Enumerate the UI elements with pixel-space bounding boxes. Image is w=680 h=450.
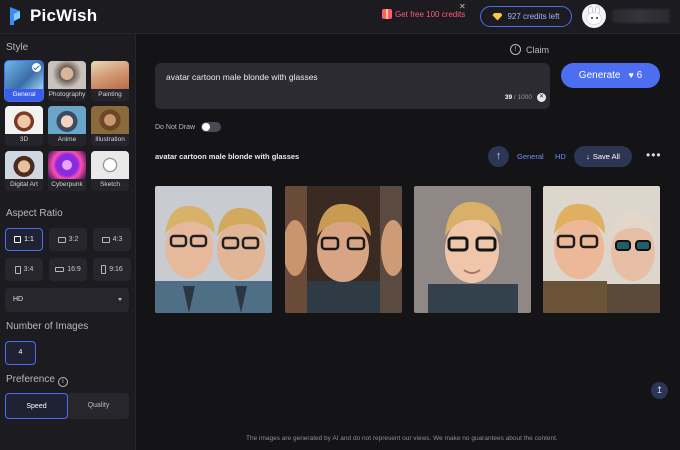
style-label: Sketch xyxy=(91,179,129,191)
result-image-3[interactable] xyxy=(414,186,531,313)
result-image-art xyxy=(155,186,272,313)
style-digital-art[interactable]: Digital Art xyxy=(5,151,43,191)
heart-icon: ♥ xyxy=(628,70,634,80)
free-credits-link[interactable]: Get free 100 credits xyxy=(382,9,465,19)
result-image-1[interactable] xyxy=(155,186,272,313)
preference-title: Preference xyxy=(6,374,55,385)
style-label: Cyberpunk xyxy=(48,179,86,191)
preference-quality[interactable]: Quality xyxy=(68,393,129,419)
result-image-art xyxy=(285,186,402,313)
prompt-input[interactable]: avatar cartoon male blonde with glasses … xyxy=(155,63,550,109)
ratio-3-4[interactable]: 3:4 xyxy=(5,258,43,281)
landscape-ratio-icon xyxy=(101,236,110,243)
scroll-to-top-icon[interactable]: ↥ xyxy=(651,382,668,399)
result-image-art xyxy=(414,186,531,313)
style-painting[interactable]: Painting xyxy=(91,61,129,101)
style-label: Anime xyxy=(48,134,86,146)
result-title: avatar cartoon male blonde with glasses xyxy=(155,152,300,161)
style-label: 3D xyxy=(5,134,43,146)
username-redacted[interactable] xyxy=(612,9,670,23)
gem-icon xyxy=(492,12,503,21)
clear-icon[interactable]: ✕ xyxy=(537,93,546,102)
ratio-1-1[interactable]: 1:1 xyxy=(5,228,43,251)
generate-button[interactable]: Generate ♥ 6 xyxy=(561,63,660,88)
claim-link[interactable]: ! Claim xyxy=(510,44,549,55)
save-all-button[interactable]: ↓ Save All xyxy=(574,146,632,167)
ratio-9-16[interactable]: 9:16 xyxy=(93,258,131,281)
result-quality-tag: HD xyxy=(555,152,566,161)
free-credits-label: Get free 100 credits xyxy=(395,9,466,19)
preference-title-row: Preference i xyxy=(6,374,68,387)
style-illustration[interactable]: Illustration xyxy=(91,106,129,146)
tall-ratio-icon xyxy=(101,265,107,274)
ratio-16-9[interactable]: 16:9 xyxy=(49,258,87,281)
aspect-ratio-grid: 1:1 3:2 4:3 3:4 16:9 9:16 xyxy=(5,228,131,281)
style-label: Painting xyxy=(91,89,129,101)
ratio-4-3[interactable]: 4:3 xyxy=(93,228,131,251)
disclaimer: The images are generated by AI and do no… xyxy=(246,435,558,442)
do-not-draw-label: Do Not Draw xyxy=(155,123,196,131)
square-ratio-icon xyxy=(14,236,22,243)
do-not-draw-row: Do Not Draw xyxy=(155,122,222,132)
style-label: General xyxy=(5,89,43,101)
preference-speed[interactable]: Speed xyxy=(5,393,68,419)
resolution-value: HD xyxy=(13,296,24,303)
style-label: Photography xyxy=(48,89,86,101)
app-logo[interactable]: PicWish xyxy=(8,5,97,27)
aspect-ratio-title: Aspect Ratio xyxy=(6,208,63,219)
more-options-icon[interactable]: ••• xyxy=(646,149,662,161)
landscape-ratio-icon xyxy=(57,236,66,243)
check-icon xyxy=(32,63,41,72)
style-anime[interactable]: Anime xyxy=(48,106,86,146)
style-section-title: Style xyxy=(6,42,29,53)
number-of-images-title: Number of Images xyxy=(6,321,89,332)
resolution-select[interactable]: HD xyxy=(5,288,129,312)
arrow-up-icon[interactable]: ↑ xyxy=(488,146,509,167)
ratio-3-2[interactable]: 3:2 xyxy=(49,228,87,251)
style-grid: General Photography Painting 3D Anime Il… xyxy=(4,60,129,191)
sparkle-icon: ✕ xyxy=(459,2,466,11)
style-general[interactable]: General xyxy=(4,60,44,102)
style-3d[interactable]: 3D xyxy=(5,106,43,146)
caret-down-icon xyxy=(118,298,122,301)
claim-label: Claim xyxy=(526,44,550,55)
do-not-draw-toggle[interactable] xyxy=(201,122,222,132)
generate-cost: ♥ 6 xyxy=(628,70,643,81)
style-photography[interactable]: Photography xyxy=(48,61,86,101)
app-name: PicWish xyxy=(30,6,98,25)
download-icon: ↓ xyxy=(586,152,590,161)
style-sketch[interactable]: Sketch xyxy=(91,151,129,191)
result-image-4[interactable] xyxy=(543,186,660,313)
gift-icon xyxy=(382,9,392,19)
save-all-label: Save All xyxy=(592,152,620,161)
result-image-art xyxy=(543,186,660,313)
number-of-images-option[interactable]: 4 xyxy=(5,341,36,365)
generate-label: Generate xyxy=(578,70,621,81)
credits-button[interactable]: 927 credits left xyxy=(480,6,572,27)
user-avatar[interactable] xyxy=(582,4,606,28)
info-icon[interactable]: i xyxy=(57,377,68,387)
style-label: Illustration xyxy=(91,134,129,146)
top-bar: PicWish Get free 100 credits ✕ 927 credi… xyxy=(0,0,680,34)
style-cyberpunk[interactable]: Cyberpunk xyxy=(48,151,86,191)
style-label: Digital Art xyxy=(5,179,43,191)
result-image-2[interactable] xyxy=(285,186,402,313)
result-style-tag: General xyxy=(517,152,544,161)
prompt-text: avatar cartoon male blonde with glasses xyxy=(166,72,318,82)
credits-label: 927 credits left xyxy=(507,12,560,21)
preference-toggle: Speed Quality xyxy=(5,393,129,419)
picwish-logo-icon xyxy=(10,7,20,25)
wide-ratio-icon xyxy=(55,267,65,272)
character-counter: 39 / 1000 xyxy=(504,94,532,101)
info-icon: ! xyxy=(510,44,521,55)
portrait-ratio-icon xyxy=(14,265,21,274)
